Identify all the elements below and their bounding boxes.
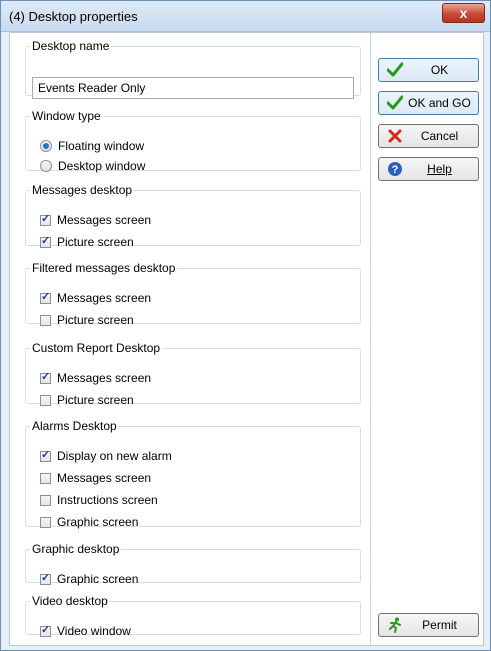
window-type-legend: Window type bbox=[32, 109, 101, 123]
checkbox-label: Instructions screen bbox=[57, 493, 158, 507]
filtered-desktop-item[interactable]: Picture screen bbox=[40, 311, 134, 329]
desktop-name-group: Desktop name bbox=[25, 39, 361, 99]
checkbox-label: Video window bbox=[57, 624, 131, 638]
checkbox-label: Messages screen bbox=[57, 371, 152, 385]
custom-report-messages-checkbox[interactable] bbox=[40, 370, 51, 384]
permit-label: Permit bbox=[422, 618, 457, 632]
custom-report-item[interactable]: Picture screen bbox=[40, 391, 134, 409]
alarms-instructions-checkbox[interactable] bbox=[40, 494, 51, 506]
messages-desktop-messages-checkbox[interactable] bbox=[40, 212, 51, 226]
custom-report-desktop-legend: Custom Report Desktop bbox=[32, 341, 161, 355]
video-desktop-legend: Video desktop bbox=[32, 594, 108, 608]
checkbox-label: Graphic screen bbox=[57, 572, 139, 586]
ok-label: OK bbox=[430, 63, 449, 77]
video-desktop-item[interactable]: Video window bbox=[40, 622, 131, 640]
checkbox-label: Picture screen bbox=[57, 393, 134, 407]
filtered-messages-desktop-group: Filtered messages desktop Messages scree… bbox=[25, 261, 361, 327]
alarms-desktop-item[interactable]: Graphic screen bbox=[40, 513, 138, 531]
help-button[interactable]: ? Help bbox=[378, 157, 479, 181]
custom-report-item[interactable]: Messages screen bbox=[40, 369, 151, 387]
custom-report-picture-checkbox[interactable] bbox=[40, 394, 51, 406]
alarms-display-new-alarm-checkbox[interactable] bbox=[40, 448, 51, 462]
alarms-desktop-item[interactable]: Display on new alarm bbox=[40, 447, 172, 465]
alarms-desktop-item[interactable]: Instructions screen bbox=[40, 491, 158, 509]
checkbox-label: Messages screen bbox=[57, 213, 152, 227]
ok-and-go-label: OK and GO bbox=[408, 96, 471, 110]
messages-desktop-item[interactable]: Messages screen bbox=[40, 211, 151, 229]
dialog-window: (4) Desktop properties x Desktop name Wi… bbox=[0, 0, 491, 651]
desktop-window-radio[interactable] bbox=[40, 160, 52, 172]
messages-desktop-picture-checkbox[interactable] bbox=[40, 234, 51, 248]
graphic-desktop-graphic-checkbox[interactable] bbox=[40, 571, 51, 585]
cancel-button[interactable]: Cancel bbox=[378, 124, 479, 148]
alarms-graphic-checkbox[interactable] bbox=[40, 516, 51, 528]
desktop-window-label: Desktop window bbox=[58, 159, 146, 173]
help-icon: ? bbox=[387, 161, 403, 177]
running-man-icon bbox=[387, 617, 403, 633]
filtered-desktop-item[interactable]: Messages screen bbox=[40, 289, 151, 307]
filtered-desktop-picture-checkbox[interactable] bbox=[40, 314, 51, 326]
messages-desktop-item[interactable]: Picture screen bbox=[40, 233, 134, 251]
radio-floating-window[interactable]: Floating window bbox=[40, 137, 144, 155]
permit-button[interactable]: Permit bbox=[378, 613, 479, 637]
graphic-desktop-item[interactable]: Graphic screen bbox=[40, 570, 138, 588]
messages-desktop-group: Messages desktop Messages screen Picture… bbox=[25, 183, 361, 249]
checkbox-label: Graphic screen bbox=[57, 515, 139, 529]
dialog-body: Desktop name Window type Floating window… bbox=[9, 32, 484, 646]
video-desktop-video-checkbox[interactable] bbox=[40, 623, 51, 637]
filtered-desktop-messages-checkbox[interactable] bbox=[40, 290, 51, 304]
messages-desktop-legend: Messages desktop bbox=[32, 183, 133, 197]
alarms-desktop-legend: Alarms Desktop bbox=[32, 419, 117, 433]
buttons-divider bbox=[370, 33, 371, 645]
checkbox-label: Picture screen bbox=[57, 313, 134, 327]
custom-report-desktop-group: Custom Report Desktop Messages screen Pi… bbox=[25, 341, 361, 407]
alarms-messages-checkbox[interactable] bbox=[40, 472, 51, 484]
check-icon bbox=[387, 95, 403, 111]
window-title: (4) Desktop properties bbox=[9, 9, 138, 24]
close-button[interactable]: x bbox=[442, 3, 485, 23]
graphic-desktop-group: Graphic desktop Graphic screen bbox=[25, 542, 361, 586]
ok-button[interactable]: OK bbox=[378, 58, 479, 82]
ok-and-go-button[interactable]: OK and GO bbox=[378, 91, 479, 115]
alarms-desktop-item[interactable]: Messages screen bbox=[40, 469, 151, 487]
checkbox-label: Messages screen bbox=[57, 291, 152, 305]
filtered-messages-desktop-legend: Filtered messages desktop bbox=[32, 261, 176, 275]
graphic-desktop-legend: Graphic desktop bbox=[32, 542, 120, 556]
video-desktop-group: Video desktop Video window bbox=[25, 594, 361, 638]
cancel-label: Cancel bbox=[420, 129, 459, 143]
svg-text:?: ? bbox=[392, 164, 399, 176]
check-icon bbox=[387, 62, 403, 78]
desktop-name-input[interactable] bbox=[32, 77, 354, 99]
floating-window-label: Floating window bbox=[58, 139, 145, 153]
close-icon: x bbox=[459, 5, 468, 21]
alarms-desktop-group: Alarms Desktop Display on new alarm Mess… bbox=[25, 419, 361, 529]
checkbox-label: Display on new alarm bbox=[57, 449, 172, 463]
checkbox-label: Picture screen bbox=[57, 235, 134, 249]
radio-desktop-window[interactable]: Desktop window bbox=[40, 157, 145, 175]
desktop-name-legend: Desktop name bbox=[32, 39, 110, 53]
help-label: Help bbox=[427, 162, 452, 176]
title-bar[interactable]: (4) Desktop properties x bbox=[1, 1, 490, 32]
checkbox-label: Messages screen bbox=[57, 471, 152, 485]
window-type-group: Window type Floating window Desktop wind… bbox=[25, 109, 361, 173]
cross-icon bbox=[387, 128, 403, 144]
floating-window-radio[interactable] bbox=[40, 140, 52, 152]
